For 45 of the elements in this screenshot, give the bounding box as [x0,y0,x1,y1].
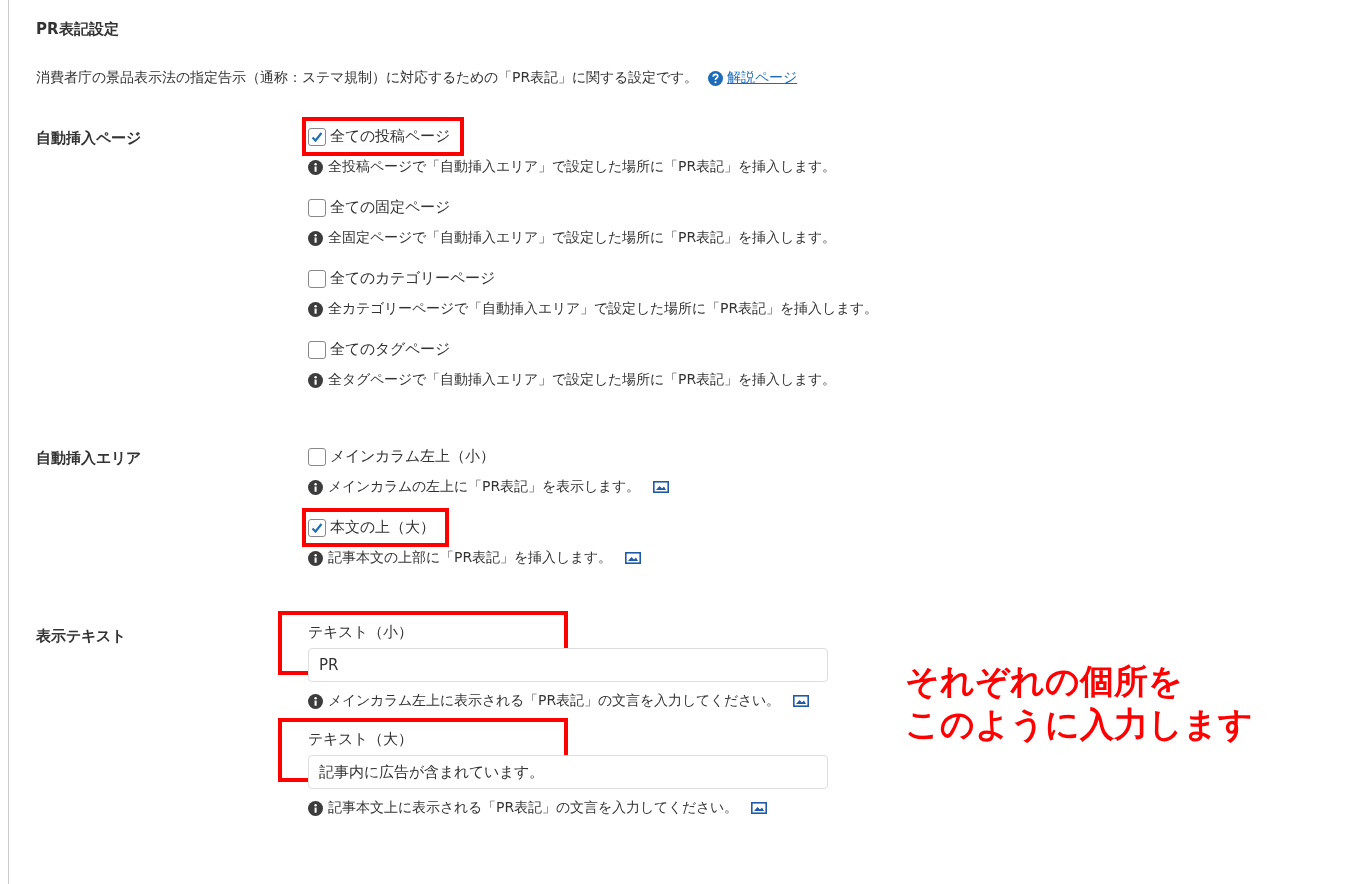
field-label: テキスト（小） [308,623,414,642]
image-icon[interactable] [625,552,642,564]
info-icon [308,230,323,246]
help-text: 全固定ページで「自動挿入エリア」で設定した場所に「PR表記」を挿入します。 [328,229,837,247]
help-text: 全カテゴリーページで「自動挿入エリア」で設定した場所に「PR表記」を挿入します。 [328,300,879,318]
checkbox[interactable] [308,198,326,217]
annotation-text: それぞれの個所を [905,660,1183,703]
image-icon[interactable] [751,802,768,814]
annotation-text: このように入力します [905,702,1253,745]
help-text: メインカラム左上に表示される「PR表記」の文言を入力してください。 [328,692,781,710]
help-text: 記事本文上に表示される「PR表記」の文言を入力してください。 [328,799,739,817]
checkbox[interactable] [308,447,326,466]
checkbox[interactable] [308,269,326,288]
setting-label: 自動挿入ページ [36,128,142,149]
checkbox-option[interactable]: 本文の上（大） [302,508,449,547]
text-field[interactable]: 記事内に広告が含まれています。 [308,755,828,789]
checkbox-option[interactable]: メインカラム左上（小） [302,437,509,476]
checkbox[interactable] [308,518,326,537]
info-icon [308,301,323,317]
description-text: 消費者庁の景品表示法の指定告示（通称：ステマ規制）に対応するための「PR表記」に関する設定です。 [36,69,699,87]
info-icon [308,372,323,388]
info-icon [308,550,323,566]
help-text: 全タグページで「自動挿入エリア」で設定した場所に「PR表記」を挿入します。 [328,371,837,389]
section-title: PR表記設定 [36,20,120,39]
image-icon[interactable] [793,695,810,707]
checkbox-option[interactable]: 全てのタグページ [302,330,464,369]
help-text: 全投稿ページで「自動挿入エリア」で設定した場所に「PR表記」を挿入します。 [328,158,837,176]
checkbox[interactable] [308,127,326,146]
help-text: 記事本文の上部に「PR表記」を挿入します。 [328,549,613,567]
help-text: メインカラムの左上に「PR表記」を表示します。 [328,478,641,496]
info-icon [308,693,323,709]
help-link[interactable]: 解説ページ [708,69,798,87]
help-icon[interactable] [708,70,724,86]
text-field[interactable]: PR [308,648,828,682]
checkbox-option[interactable]: 全てのカテゴリーページ [302,259,509,298]
setting-label: 表示テキスト [36,626,127,647]
info-icon [308,479,323,495]
info-icon [308,800,323,816]
checkbox-option[interactable]: 全ての投稿ページ [302,117,464,156]
info-icon [308,159,323,175]
checkbox[interactable] [308,340,326,359]
image-icon[interactable] [653,481,670,493]
checkbox-option[interactable]: 全ての固定ページ [302,188,464,227]
setting-label: 自動挿入エリア [36,448,142,469]
field-label: テキスト（大） [308,730,414,749]
